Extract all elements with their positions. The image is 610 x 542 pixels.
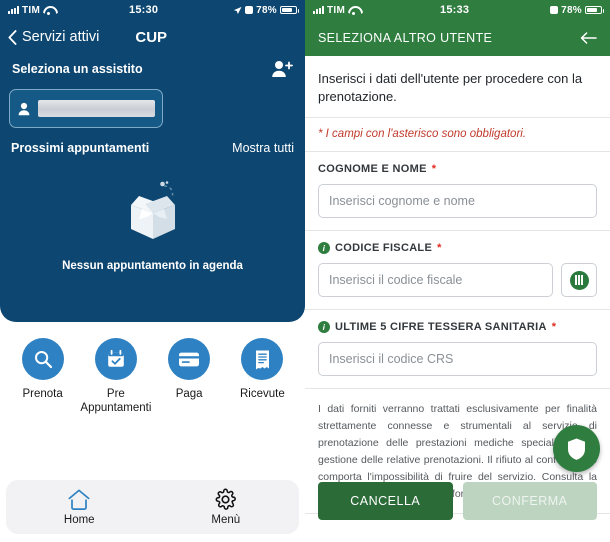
tab-home-label: Home	[63, 514, 95, 526]
required-fields-note: * I campi con l'asterisco sono obbligato…	[305, 118, 610, 153]
chevron-left-icon	[8, 29, 17, 45]
clock-label: 15:30	[129, 4, 159, 16]
cancel-button[interactable]: CANCELLA	[318, 482, 453, 520]
battery-percent-label: 78%	[256, 4, 277, 16]
codice-crs-input[interactable]: Inserisci il codice CRS	[318, 342, 597, 377]
scan-codice-fiscale-button[interactable]	[561, 263, 597, 298]
field-tessera-sanitaria-label: i ULTIME 5 CIFRE TESSERA SANITARIA *	[318, 321, 597, 334]
battery-icon	[585, 5, 604, 15]
paga-icon-circle	[168, 338, 211, 380]
action-pre-appuntamenti[interactable]: Pre Appuntamenti	[80, 338, 152, 416]
screen-title: SELEZIONA ALTRO UTENTE	[318, 31, 493, 45]
select-assistito-header: Seleziona un assistito	[0, 60, 305, 78]
arrow-left-icon[interactable]	[580, 31, 597, 45]
assistito-name-redacted	[38, 100, 155, 117]
left-screen-cup-home: TIM 15:30 78% Servizi attivi CUP Selezio…	[0, 0, 305, 542]
field-cognome-e-nome-label: COGNOME E NOME *	[318, 163, 597, 175]
back-button[interactable]: Servizi attivi	[0, 29, 99, 45]
required-asterisk: *	[437, 242, 442, 255]
carrier-label: TIM	[327, 4, 346, 16]
empty-box-illustration-icon	[130, 181, 175, 239]
field-codice-fiscale-row: Inserisci il codice fiscale	[318, 263, 597, 298]
field-label-text: CODICE FISCALE	[335, 242, 433, 255]
action-pre-appuntamenti-label: Pre Appuntamenti	[80, 388, 152, 415]
action-ricevute-label: Ricevute	[240, 388, 285, 400]
battery-percent-label: 78%	[561, 4, 582, 16]
action-prenota-label: Prenota	[22, 388, 63, 400]
person-icon	[18, 102, 30, 115]
field-cognome-e-nome: COGNOME E NOME * Inserisci cognome e nom…	[305, 152, 610, 232]
privacy-shield-fab[interactable]	[553, 425, 600, 472]
bottom-tab-bar: Home Menù	[6, 480, 299, 534]
pre-appuntamenti-icon-circle	[94, 338, 137, 380]
cognome-e-nome-input[interactable]: Inserisci cognome e nome	[318, 184, 597, 219]
battery-icon	[280, 5, 299, 15]
shield-icon	[568, 438, 585, 460]
gear-icon	[215, 488, 237, 510]
carrier-label: TIM	[22, 4, 41, 16]
action-paga[interactable]: Paga	[155, 338, 223, 416]
location-arrow-icon	[233, 6, 242, 14]
green-header: SELEZIONA ALTRO UTENTE	[305, 20, 610, 56]
ricevute-icon-circle	[241, 338, 284, 380]
action-ricevute[interactable]: Ricevute	[228, 338, 296, 416]
calendar-check-icon	[108, 349, 124, 367]
field-tessera-sanitaria-row: Inserisci il codice CRS	[318, 342, 597, 377]
action-paga-label: Paga	[175, 388, 203, 400]
tab-menu-label: Menù	[211, 514, 241, 526]
status-bar-right: TIM 15:33 78%	[305, 0, 610, 20]
field-label-text: ULTIME 5 CIFRE TESSERA SANITARIA	[335, 321, 547, 334]
home-icon	[68, 489, 90, 510]
signal-bars-icon	[8, 6, 19, 14]
required-asterisk: *	[551, 321, 557, 334]
barcode-scan-icon	[569, 270, 589, 290]
dual-screenshot: TIM 15:30 78% Servizi attivi CUP Selezio…	[0, 0, 610, 542]
info-icon[interactable]: i	[318, 242, 330, 255]
search-icon	[34, 351, 52, 369]
prenota-icon-circle	[21, 338, 64, 380]
empty-state-label: Nessun appuntamento in agenda	[62, 260, 243, 272]
action-prenota[interactable]: Prenota	[9, 338, 77, 416]
info-icon[interactable]: i	[318, 321, 330, 334]
show-all-link[interactable]: Mostra tutti	[232, 141, 294, 155]
person-plus-icon[interactable]	[271, 60, 293, 78]
assistito-selector-card[interactable]	[9, 89, 163, 128]
receipt-icon	[255, 350, 269, 369]
field-codice-fiscale: i CODICE FISCALE * Inserisci il codice f…	[305, 231, 610, 311]
alarm-icon	[245, 6, 254, 14]
empty-appointments-state: Nessun appuntamento in agenda	[0, 172, 305, 272]
appointments-header: Prossimi appuntamenti Mostra tutti	[0, 141, 305, 155]
field-cognome-e-nome-row: Inserisci cognome e nome	[318, 184, 597, 219]
tab-menu[interactable]: Menù	[153, 488, 300, 526]
clock-label: 15:33	[440, 4, 470, 16]
page-title: CUP	[135, 28, 168, 46]
back-button-label: Servizi attivi	[22, 29, 100, 45]
status-bar-left: TIM 15:30 78%	[0, 0, 305, 20]
required-asterisk: *	[431, 163, 437, 176]
field-codice-fiscale-label: i CODICE FISCALE *	[318, 242, 597, 255]
alarm-icon	[550, 6, 559, 14]
wifi-icon	[348, 6, 359, 15]
confirm-button[interactable]: CONFERMA	[462, 482, 597, 520]
right-screen-seleziona-utente: TIM 15:33 78% SELEZIONA ALTRO UTENTE Ins…	[305, 0, 610, 542]
appointments-title: Prossimi appuntamenti	[11, 141, 150, 155]
navigation-bar-left: Servizi attivi CUP	[0, 20, 305, 54]
tab-home[interactable]: Home	[6, 488, 153, 526]
form-intro-text: Inserisci i dati dell'utente per procede…	[305, 56, 610, 119]
codice-fiscale-input[interactable]: Inserisci il codice fiscale	[318, 263, 553, 298]
credit-card-icon	[179, 352, 200, 366]
select-assistito-label: Seleziona un assistito	[12, 62, 143, 76]
field-tessera-sanitaria: i ULTIME 5 CIFRE TESSERA SANITARIA * Ins…	[305, 310, 610, 390]
signal-bars-icon	[313, 6, 324, 14]
field-label-text: COGNOME E NOME	[318, 163, 427, 176]
form-buttons-row: CANCELLA CONFERMA	[305, 469, 610, 542]
quick-actions-row: Prenota Pre Appuntamenti Paga Ricevute	[0, 338, 305, 416]
wifi-icon	[43, 6, 54, 15]
